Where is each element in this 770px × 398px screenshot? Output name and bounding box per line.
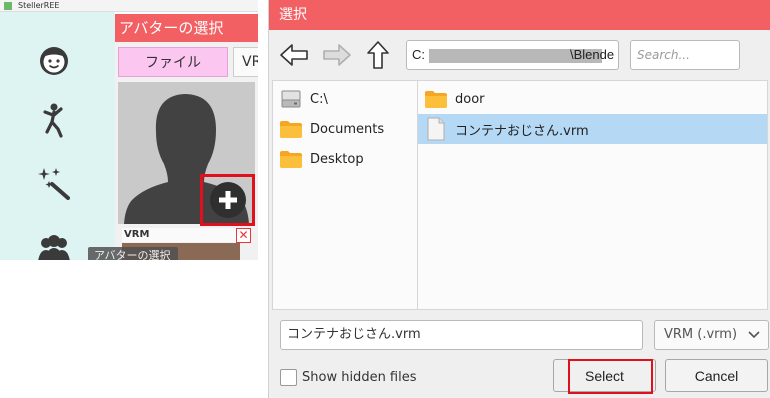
face-icon[interactable] bbox=[34, 40, 74, 80]
back-button[interactable] bbox=[279, 40, 309, 70]
chevron-down-icon bbox=[748, 331, 760, 339]
pose-icon[interactable] bbox=[34, 100, 74, 140]
filetype-value: VRM (.vrm) bbox=[664, 327, 738, 342]
tooltip: アバターの選択 bbox=[88, 247, 178, 260]
location-label: Desktop bbox=[310, 151, 364, 167]
location-item-documents[interactable]: Documents bbox=[273, 115, 417, 143]
app-icon bbox=[4, 2, 12, 10]
sidebar bbox=[0, 12, 115, 260]
location-label: C:\ bbox=[310, 91, 328, 107]
show-hidden-label: Show hidden files bbox=[302, 369, 417, 385]
file-label: コンテナおじさん.vrm bbox=[455, 123, 589, 139]
add-avatar-button[interactable] bbox=[200, 174, 255, 226]
arrow-up-icon bbox=[367, 41, 389, 69]
folder-icon bbox=[424, 87, 448, 111]
drive-icon bbox=[279, 87, 303, 111]
vrm-badge: VRM bbox=[122, 228, 240, 242]
path-input[interactable]: C: \Blende bbox=[406, 40, 619, 70]
file-label: door bbox=[455, 91, 485, 107]
app-title: StellerREE bbox=[18, 1, 60, 10]
plus-icon bbox=[209, 182, 246, 218]
select-button[interactable]: Select bbox=[553, 359, 656, 392]
file-item-vrm[interactable]: コンテナおじさん.vrm bbox=[418, 114, 767, 144]
cancel-button[interactable]: Cancel bbox=[665, 359, 768, 392]
show-hidden-files-toggle[interactable]: Show hidden files bbox=[280, 365, 417, 389]
show-hidden-checkbox[interactable] bbox=[280, 368, 297, 386]
path-tail: \Blende bbox=[570, 47, 615, 62]
locations-pane: C:\ Documents Desktop bbox=[272, 80, 418, 310]
path-drive: C: bbox=[412, 47, 425, 62]
file-item-door[interactable]: door bbox=[418, 85, 767, 113]
tab-vrm[interactable]: VR bbox=[233, 47, 258, 77]
tab-file[interactable]: ファイル bbox=[118, 47, 228, 77]
filename-input[interactable]: コンテナおじさん.vrm bbox=[280, 320, 643, 350]
avatar-app-window: StellerREE アバターの選択 ファイル VR VRM ✕ アバターの選択 bbox=[0, 0, 258, 260]
up-button[interactable] bbox=[363, 40, 393, 70]
file-select-dialog: 選択 C: \Blende Search... C:\ Documents De… bbox=[268, 0, 770, 398]
folder-icon bbox=[279, 147, 303, 171]
folder-icon bbox=[279, 117, 303, 141]
file-icon bbox=[424, 117, 448, 141]
file-list-pane: door コンテナおじさん.vrm bbox=[418, 80, 768, 310]
location-label: Documents bbox=[310, 121, 385, 137]
arrow-right-icon bbox=[323, 44, 351, 66]
app-titlebar: StellerREE bbox=[0, 0, 258, 12]
group-icon[interactable] bbox=[34, 228, 74, 260]
forward-button[interactable] bbox=[322, 40, 352, 70]
effects-icon[interactable] bbox=[34, 162, 74, 202]
arrow-left-icon bbox=[280, 44, 308, 66]
dialog-title: 選択 bbox=[269, 0, 770, 30]
screenshot-root: StellerREE アバターの選択 ファイル VR VRM ✕ アバターの選択… bbox=[0, 0, 770, 398]
location-item-desktop[interactable]: Desktop bbox=[273, 145, 417, 173]
avatar-select-header: アバターの選択 bbox=[115, 14, 258, 42]
close-icon[interactable]: ✕ bbox=[236, 228, 251, 243]
search-input[interactable]: Search... bbox=[630, 40, 740, 70]
location-item-c-drive[interactable]: C:\ bbox=[273, 85, 417, 113]
filetype-select[interactable]: VRM (.vrm) bbox=[654, 320, 769, 350]
